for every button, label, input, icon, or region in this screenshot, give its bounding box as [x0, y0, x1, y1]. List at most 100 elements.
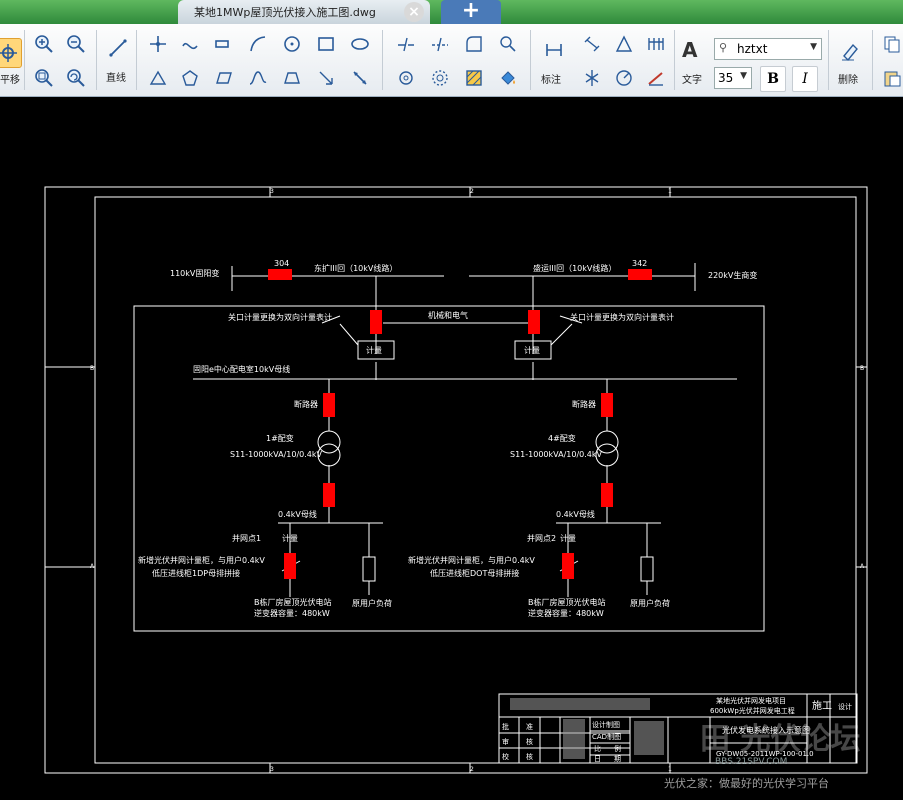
- angle-dimension-button[interactable]: [610, 30, 638, 58]
- grid-bottom-2: 2: [470, 766, 474, 773]
- new-cabinet-right-1: 新增光伏并网计量柜，与用户0.4kV: [408, 555, 535, 565]
- ordinate-dimension-button[interactable]: [578, 64, 606, 92]
- ellipse-button[interactable]: [346, 30, 374, 58]
- meter-left-label: 计量: [366, 345, 382, 355]
- title-col-date-b: 期: [614, 755, 621, 763]
- paste-button[interactable]: [878, 64, 903, 92]
- switch-left-lv: [323, 483, 335, 507]
- bold-button[interactable]: B: [760, 66, 786, 92]
- document-tab-title: 某地1MWp屋顶光伏接入施工图.dwg: [194, 6, 376, 19]
- load-left-box: [362, 556, 376, 582]
- rectangle-button[interactable]: [312, 30, 340, 58]
- watermark: 田 光伏论坛 BBS.21SPV.COM 光伏之家：做最好的光伏学习平台: [664, 722, 860, 790]
- trim-icon: [398, 37, 414, 52]
- arrow-icon: [319, 71, 333, 85]
- trim-button[interactable]: [392, 30, 420, 58]
- close-icon[interactable]: ×: [404, 2, 424, 22]
- polyline-button[interactable]: [144, 30, 172, 58]
- transformer-right-name: 4#配变: [548, 433, 576, 443]
- redacted-area: [510, 698, 664, 759]
- parallelogram-button[interactable]: [210, 64, 238, 92]
- title-col-scale-b: 例: [614, 744, 621, 753]
- zoom-in-button[interactable]: [30, 30, 58, 58]
- bus-04kv-left-label: 0.4kV母线: [278, 509, 317, 519]
- switch-right-tie: [528, 310, 540, 334]
- arc-icon: [250, 36, 266, 52]
- chevron-down-icon: ▼: [810, 42, 817, 52]
- inner-border: [94, 196, 857, 764]
- zoom-window-button[interactable]: [30, 64, 58, 92]
- move-tool-button[interactable]: [0, 38, 22, 68]
- left-source-label: 110kV固阳变: [170, 268, 219, 278]
- watermark-site: BBS.21SPV.COM: [715, 757, 787, 767]
- line-icon: [109, 39, 127, 57]
- text-tool-icon[interactable]: A: [682, 38, 697, 62]
- rectangle-line-button[interactable]: [208, 30, 236, 58]
- trapezoid-button[interactable]: [278, 64, 306, 92]
- switch-right-lv: [601, 483, 613, 507]
- move-cross-icon: [0, 44, 17, 62]
- hatch-button[interactable]: [460, 64, 488, 92]
- extend-button[interactable]: [426, 30, 454, 58]
- right-line-label: 盛运III回（10kV线路）: [533, 263, 616, 273]
- leader-button[interactable]: [642, 64, 670, 92]
- title-row3-b: 核: [526, 752, 533, 761]
- ellipse-icon: [351, 38, 369, 50]
- fillet-icon: [466, 36, 482, 52]
- grid-point-right: 并网点2: [527, 533, 556, 543]
- break-icon: [500, 36, 516, 52]
- title-project-sub: 600kWp光伏并网发电工程: [710, 706, 795, 715]
- title-row1-b: 准: [526, 722, 533, 731]
- plus-icon[interactable]: +: [441, 0, 501, 24]
- break-button[interactable]: [494, 30, 522, 58]
- grid-top-3: 3: [270, 188, 274, 195]
- delete-button[interactable]: [836, 38, 864, 66]
- font-select[interactable]: ⚲ hztxt ▼: [714, 38, 822, 60]
- title-row1-a: 批: [502, 722, 509, 731]
- ordinate-icon: [585, 70, 599, 86]
- watermark-slogan: 光伏之家：做最好的光伏学习平台: [664, 776, 829, 790]
- triangle-button[interactable]: [144, 64, 172, 92]
- paste-icon: [884, 71, 901, 87]
- spline-button[interactable]: [176, 30, 204, 58]
- drawing-canvas[interactable]: 3 2 1 3 2 1 B A B A 110kV固阳变 304 东扩III回（…: [0, 97, 903, 800]
- load-right-box: [640, 556, 654, 582]
- curve-button[interactable]: [244, 64, 272, 92]
- bus-04kv-right-label: 0.4kV母线: [556, 509, 595, 519]
- aligned-dimension-button[interactable]: [578, 30, 606, 58]
- title-col-design: 设计制图: [592, 720, 620, 729]
- circle-button[interactable]: [278, 30, 306, 58]
- rotate-button[interactable]: [392, 64, 420, 92]
- cad-viewer-app: 某地1MWp屋顶光伏接入施工图.dwg × + 平移 直线 标注 A 文字 ⚲ …: [0, 0, 903, 800]
- diagonal-button[interactable]: [346, 64, 374, 92]
- fillet-button[interactable]: [460, 30, 488, 58]
- move-tool-label: 平移: [0, 75, 20, 86]
- arrow-button[interactable]: [312, 64, 340, 92]
- radius-dimension-button[interactable]: [610, 64, 638, 92]
- font-size-select[interactable]: 35 ▼: [714, 67, 752, 89]
- rectangle-icon: [318, 37, 334, 51]
- offset-button[interactable]: [426, 64, 454, 92]
- fill-button[interactable]: [494, 64, 522, 92]
- dimension-button[interactable]: [540, 36, 568, 64]
- title-col-date: 日: [594, 755, 601, 763]
- pentagon-button[interactable]: [176, 64, 204, 92]
- line-tool-label: 直线: [106, 73, 126, 84]
- breaker-left-label: 断路器: [294, 399, 318, 409]
- title-col-scale: 比: [594, 744, 601, 753]
- zoom-window-icon: [35, 69, 53, 87]
- zoom-out-button[interactable]: [62, 30, 90, 58]
- substation-boundary: [133, 305, 765, 632]
- extend-icon: [432, 37, 448, 52]
- bus-10kv-label: 固阳e中心配电室10kV母线: [193, 364, 290, 374]
- copy-button[interactable]: [878, 30, 903, 58]
- line-tool-button[interactable]: [104, 34, 132, 62]
- zoom-previous-button[interactable]: [62, 64, 90, 92]
- arc-button[interactable]: [244, 30, 272, 58]
- chevron-down-icon: ▼: [740, 71, 747, 81]
- switch-342: [628, 269, 652, 280]
- document-tab[interactable]: 某地1MWp屋顶光伏接入施工图.dwg: [178, 0, 430, 24]
- eraser-icon: [842, 43, 858, 62]
- continuous-dimension-button[interactable]: [642, 30, 670, 58]
- italic-button[interactable]: I: [792, 66, 818, 92]
